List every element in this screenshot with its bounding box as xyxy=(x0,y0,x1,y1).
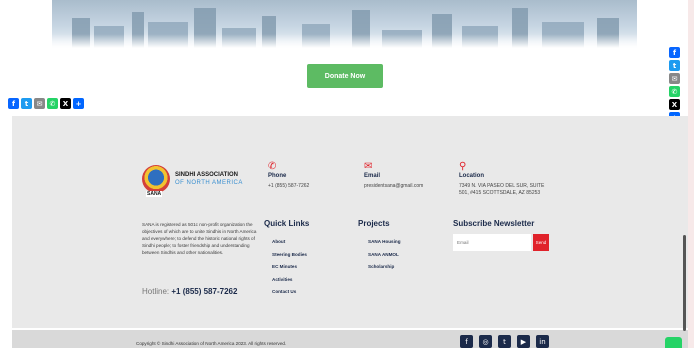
contact-phone: ✆ Phone +1 (855) 587-7262 xyxy=(268,161,309,190)
location-line1: 7349 N. VIA PASEO DEL SUR, SUITE xyxy=(459,183,545,189)
email-title: Email xyxy=(364,173,381,179)
newsletter-send-button[interactable]: Send xyxy=(533,234,549,251)
contact-location: ⚲ Location 7349 N. VIA PASEO DEL SUR, SU… xyxy=(459,161,544,197)
youtube-icon[interactable]: ▶ xyxy=(517,335,530,348)
share-bar-floating: f t ✉ ✆ X + xyxy=(669,47,680,123)
project-sana-anmol[interactable]: SANA ANMOL xyxy=(368,252,401,265)
quick-link-about[interactable]: About xyxy=(272,239,307,252)
phone-title: Phone xyxy=(268,173,287,179)
whatsapp-chat-button[interactable] xyxy=(665,337,682,348)
footer-bottom-bar xyxy=(12,330,688,348)
email-value[interactable]: presidentsana@gmail.com xyxy=(364,183,423,190)
instagram-icon[interactable]: ◎ xyxy=(479,335,492,348)
projects-title: Projects xyxy=(358,219,390,228)
newsletter-title: Subscribe Newsletter xyxy=(453,219,535,228)
whatsapp-icon[interactable]: ✆ xyxy=(47,98,58,109)
email-icon[interactable]: ✉ xyxy=(34,98,45,109)
brand[interactable]: SANA SINDHI ASSOCIATION OF NORTH AMERICA xyxy=(142,165,243,197)
twitter-icon[interactable]: t xyxy=(498,335,511,348)
linkedin-icon[interactable]: in xyxy=(536,335,549,348)
newsletter-email-input[interactable] xyxy=(453,234,531,251)
project-scholarship[interactable]: Scholarship xyxy=(368,264,401,277)
quick-links-list: About Steering Bodies EC Minutes Activit… xyxy=(272,239,307,302)
logo-text: SANA xyxy=(146,191,163,197)
quick-link-ec-minutes[interactable]: EC Minutes xyxy=(272,264,307,277)
location-pin-icon: ⚲ xyxy=(459,161,467,172)
donate-button[interactable]: Donate Now xyxy=(307,64,383,88)
hotline: Hotline: +1 (855) 587-7262 xyxy=(142,287,237,296)
social-links: f ◎ t ▶ in xyxy=(460,335,549,348)
twitter-icon[interactable]: t xyxy=(21,98,32,109)
brand-name: SINDHI ASSOCIATION xyxy=(175,172,239,178)
share-plus-icon[interactable]: + xyxy=(73,98,84,109)
share-bar-inline: f t ✉ ✆ X + xyxy=(8,98,84,109)
contact-email: ✉ Email presidentsana@gmail.com xyxy=(364,161,423,190)
mail-icon: ✉ xyxy=(364,161,373,172)
facebook-icon[interactable]: f xyxy=(460,335,473,348)
email-icon[interactable]: ✉ xyxy=(669,73,680,84)
projects-list: SANA Housing SANA ANMOL Scholarship xyxy=(368,239,401,277)
project-sana-housing[interactable]: SANA Housing xyxy=(368,239,401,252)
phone-icon: ✆ xyxy=(268,161,277,172)
quick-link-contact-us[interactable]: Contact Us xyxy=(272,289,307,302)
x-icon[interactable]: X xyxy=(60,98,71,109)
location-line2: 501, #415 SCOTTSDALE, AZ 85253 xyxy=(459,190,541,196)
twitter-icon[interactable]: t xyxy=(669,60,680,71)
copyright-text: Copyright © Sindhi Association of North … xyxy=(136,341,287,346)
hotline-label: Hotline: xyxy=(142,287,170,296)
footer xyxy=(12,116,688,328)
x-icon[interactable]: X xyxy=(669,99,680,110)
scrollbar-thumb[interactable] xyxy=(683,235,686,331)
quick-link-steering-bodies[interactable]: Steering Bodies xyxy=(272,252,307,265)
sana-logo: SANA xyxy=(142,165,170,197)
facebook-icon[interactable]: f xyxy=(8,98,19,109)
hotline-number[interactable]: +1 (855) 587-7262 xyxy=(171,287,237,296)
facebook-icon[interactable]: f xyxy=(669,47,680,58)
quick-links-title: Quick Links xyxy=(264,219,310,228)
location-title: Location xyxy=(459,173,484,179)
brand-subtitle: OF NORTH AMERICA xyxy=(175,180,243,186)
scrollbar-track[interactable] xyxy=(688,0,694,348)
phone-value[interactable]: +1 (855) 587-7262 xyxy=(268,183,309,190)
skyline-banner xyxy=(52,0,637,48)
whatsapp-icon[interactable]: ✆ xyxy=(669,86,680,97)
about-text: SANA is registered as 501c non-profit or… xyxy=(142,222,257,255)
quick-link-activities[interactable]: Activities xyxy=(272,277,307,290)
